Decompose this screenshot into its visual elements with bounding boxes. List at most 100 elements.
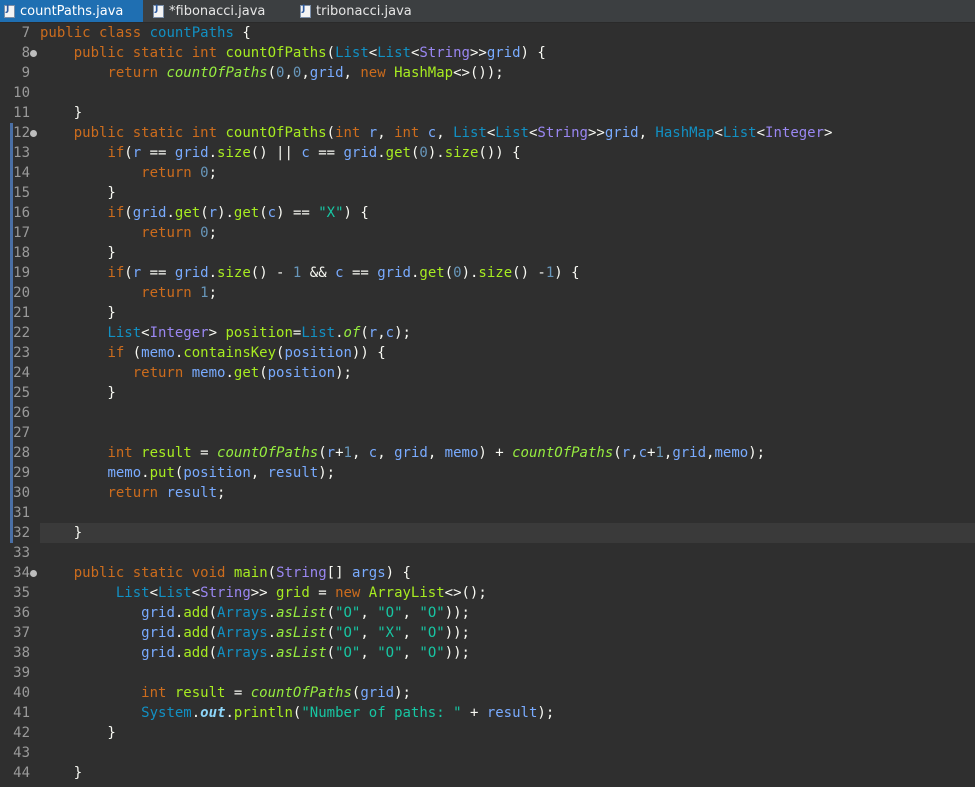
code-token: , bbox=[343, 65, 361, 81]
code-line[interactable]: return result; bbox=[40, 483, 975, 503]
code-line[interactable]: memo.put(position, result); bbox=[40, 463, 975, 483]
code-token: ( bbox=[613, 445, 622, 461]
code-line[interactable]: public static void main(String[] args) { bbox=[40, 563, 975, 583]
code-token: result bbox=[141, 445, 192, 461]
tab-tribonacci-java[interactable]: tribonacci.java bbox=[296, 0, 426, 22]
code-token: of bbox=[343, 325, 361, 341]
code-token: countPaths bbox=[149, 25, 234, 41]
code-token: out bbox=[200, 705, 226, 721]
code-line[interactable] bbox=[40, 83, 975, 103]
code-token: ). bbox=[427, 145, 445, 161]
code-token: r bbox=[368, 125, 378, 141]
code-token: . bbox=[335, 325, 344, 341]
code-token: "O" bbox=[419, 625, 445, 641]
line-number: 29 bbox=[13, 465, 30, 481]
code-line[interactable]: } bbox=[40, 103, 975, 123]
code-line[interactable]: public static int countOfPaths(int r, in… bbox=[40, 123, 975, 143]
line-number: 10 bbox=[13, 85, 30, 101]
line-number: 9 bbox=[21, 65, 30, 81]
fold-toggle-icon[interactable] bbox=[30, 130, 37, 137]
code-line[interactable]: } bbox=[40, 723, 975, 743]
code-token: ); bbox=[748, 445, 766, 461]
code-line[interactable]: return countOfPaths(0,0,grid, new HashMa… bbox=[40, 63, 975, 83]
code-token: void bbox=[191, 565, 234, 581]
code-token: countOfPaths bbox=[166, 65, 268, 81]
code-token: HashMap bbox=[394, 65, 454, 81]
code-token: >> bbox=[469, 45, 487, 61]
code-line[interactable]: if(r == grid.size() - 1 && c == grid.get… bbox=[40, 263, 975, 283]
code-token: List bbox=[377, 45, 411, 61]
code-line[interactable] bbox=[40, 403, 975, 423]
code-line[interactable]: } bbox=[40, 383, 975, 403]
code-token: , bbox=[436, 125, 454, 141]
code-line[interactable] bbox=[40, 423, 975, 443]
code-line[interactable]: return 1; bbox=[40, 283, 975, 303]
code-token: countOfPaths bbox=[225, 125, 327, 141]
code-line[interactable] bbox=[40, 543, 975, 563]
code-token: ( bbox=[318, 445, 327, 461]
code-line[interactable]: } bbox=[40, 763, 975, 783]
code-line[interactable]: } bbox=[40, 523, 975, 543]
code-token: )) { bbox=[351, 345, 386, 361]
line-number: 22 bbox=[13, 325, 30, 341]
code-line[interactable] bbox=[40, 743, 975, 763]
code-token: grid bbox=[276, 585, 310, 601]
code-line[interactable]: } bbox=[40, 183, 975, 203]
code-token: size bbox=[217, 265, 251, 281]
line-number: 12 bbox=[13, 125, 30, 141]
code-editor[interactable]: 7 8 9 10 11 12 13 14 15 16 17 18 19 20 21 22 23 24 25 26 27 2… bbox=[0, 23, 975, 787]
code-line[interactable] bbox=[40, 663, 975, 683]
code-line[interactable]: List<Integer> position=List.of(r,c); bbox=[40, 323, 975, 343]
code-token: ); bbox=[335, 365, 352, 381]
fold-toggle-icon[interactable] bbox=[30, 570, 37, 577]
code-line[interactable]: if(r == grid.size() || c == grid.get(0).… bbox=[40, 143, 975, 163]
code-token: = bbox=[309, 585, 336, 601]
code-token: , bbox=[630, 445, 639, 461]
code-line[interactable]: int result = countOfPaths(grid); bbox=[40, 683, 975, 703]
code-token: [] bbox=[326, 565, 352, 581]
code-line[interactable]: if (memo.containsKey(position)) { bbox=[40, 343, 975, 363]
line-number: 35 bbox=[13, 585, 30, 601]
code-line[interactable]: List<List<String>> grid = new ArrayList<… bbox=[40, 583, 975, 603]
code-token: public bbox=[73, 45, 133, 61]
code-line[interactable]: } bbox=[40, 243, 975, 263]
code-token: c bbox=[368, 445, 378, 461]
code-line[interactable]: public static int countOfPaths(List<List… bbox=[40, 43, 975, 63]
code-line[interactable]: grid.add(Arrays.asList("O", "O", "O")); bbox=[40, 643, 975, 663]
code-line[interactable]: public class countPaths { bbox=[40, 23, 975, 43]
code-line[interactable]: System.out.println("Number of paths: " +… bbox=[40, 703, 975, 723]
code-area[interactable]: public class countPaths { public static … bbox=[40, 23, 975, 787]
code-token: . bbox=[267, 645, 277, 661]
code-token: String bbox=[419, 45, 470, 61]
line-number: 25 bbox=[13, 385, 30, 401]
tab-countpaths-java[interactable]: countPaths.java bbox=[0, 0, 143, 22]
tab-fibonacci-java[interactable]: *fibonacci.java bbox=[149, 0, 289, 22]
code-line[interactable]: return 0; bbox=[40, 163, 975, 183]
code-token: > bbox=[208, 325, 226, 341]
code-line[interactable]: return memo.get(position); bbox=[40, 363, 975, 383]
code-token: , bbox=[377, 325, 386, 341]
code-token: ( bbox=[124, 145, 133, 161]
code-token: } bbox=[40, 245, 116, 261]
code-token: < bbox=[714, 125, 723, 141]
code-line[interactable] bbox=[40, 503, 975, 523]
fold-toggle-icon[interactable] bbox=[30, 50, 37, 57]
code-token: + bbox=[335, 445, 344, 461]
code-token: ); bbox=[318, 465, 336, 481]
code-line[interactable]: return 0; bbox=[40, 223, 975, 243]
code-line[interactable]: } bbox=[40, 303, 975, 323]
code-line[interactable]: if(grid.get(r).get(c) == "X") { bbox=[40, 203, 975, 223]
code-line[interactable]: grid.add(Arrays.asList("O", "O", "O")); bbox=[40, 603, 975, 623]
code-token: , bbox=[402, 625, 420, 641]
code-line[interactable]: grid.add(Arrays.asList("O", "X", "O")); bbox=[40, 623, 975, 643]
code-token: Arrays bbox=[217, 645, 268, 661]
code-token: , bbox=[250, 465, 268, 481]
code-line[interactable]: int result = countOfPaths(r+1, c, grid, … bbox=[40, 443, 975, 463]
